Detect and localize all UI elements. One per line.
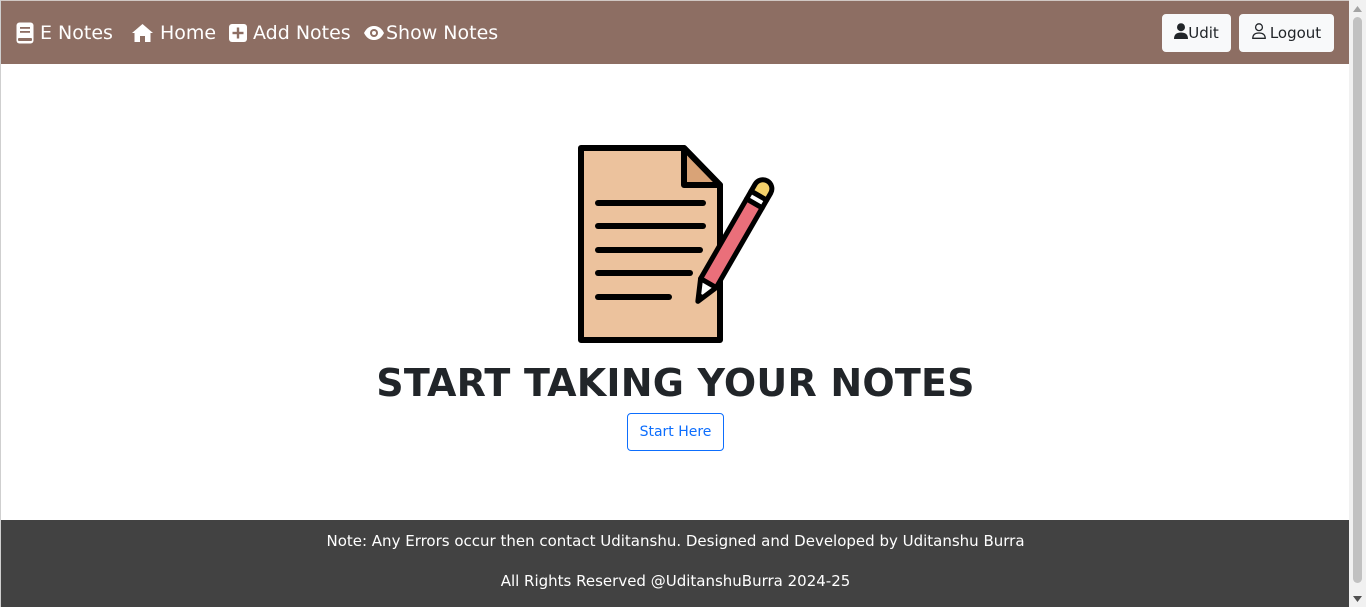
scrollbar-thumb[interactable] [1353, 17, 1362, 583]
footer: Note: Any Errors occur then contact Udit… [1, 520, 1350, 607]
footer-copyright: All Rights Reserved @UditanshuBurra 2024… [500, 572, 851, 590]
user-button[interactable]: Udit [1162, 14, 1231, 52]
user-icon [1174, 23, 1189, 43]
nav-add-notes[interactable]: Add Notes [229, 21, 351, 45]
nav-show-notes[interactable]: Show Notes [363, 21, 498, 45]
browser-viewport: E Notes Home Add Notes Show Notes Udit L… [0, 0, 1366, 607]
start-here-button[interactable]: Start Here [627, 413, 724, 451]
page: E Notes Home Add Notes Show Notes Udit L… [0, 0, 1350, 607]
user-outline-icon [1251, 23, 1266, 43]
notes-pencil-illustration [575, 143, 777, 346]
scroll-down-arrow-icon[interactable] [1349, 590, 1366, 607]
user-button-label: Udit [1188, 24, 1219, 42]
hero-title: START TAKING YOUR NOTES [376, 361, 975, 405]
brand-link[interactable]: E Notes [16, 21, 113, 45]
eye-icon [363, 25, 385, 41]
logout-button[interactable]: Logout [1239, 14, 1334, 52]
nav-show-notes-label: Show Notes [386, 22, 499, 44]
book-icon [16, 22, 34, 44]
nav-home[interactable]: Home [131, 21, 216, 45]
brand-label: E Notes [40, 22, 113, 44]
scroll-up-arrow-icon[interactable] [1349, 0, 1366, 17]
plus-square-icon [229, 24, 247, 42]
navbar: E Notes Home Add Notes Show Notes Udit L… [1, 0, 1350, 64]
nav-home-label: Home [160, 22, 217, 44]
vertical-scrollbar[interactable] [1349, 0, 1366, 607]
footer-note: Note: Any Errors occur then contact Udit… [326, 532, 1025, 550]
home-icon [131, 23, 154, 43]
logout-button-label: Logout [1269, 24, 1322, 42]
nav-add-notes-label: Add Notes [253, 22, 351, 44]
